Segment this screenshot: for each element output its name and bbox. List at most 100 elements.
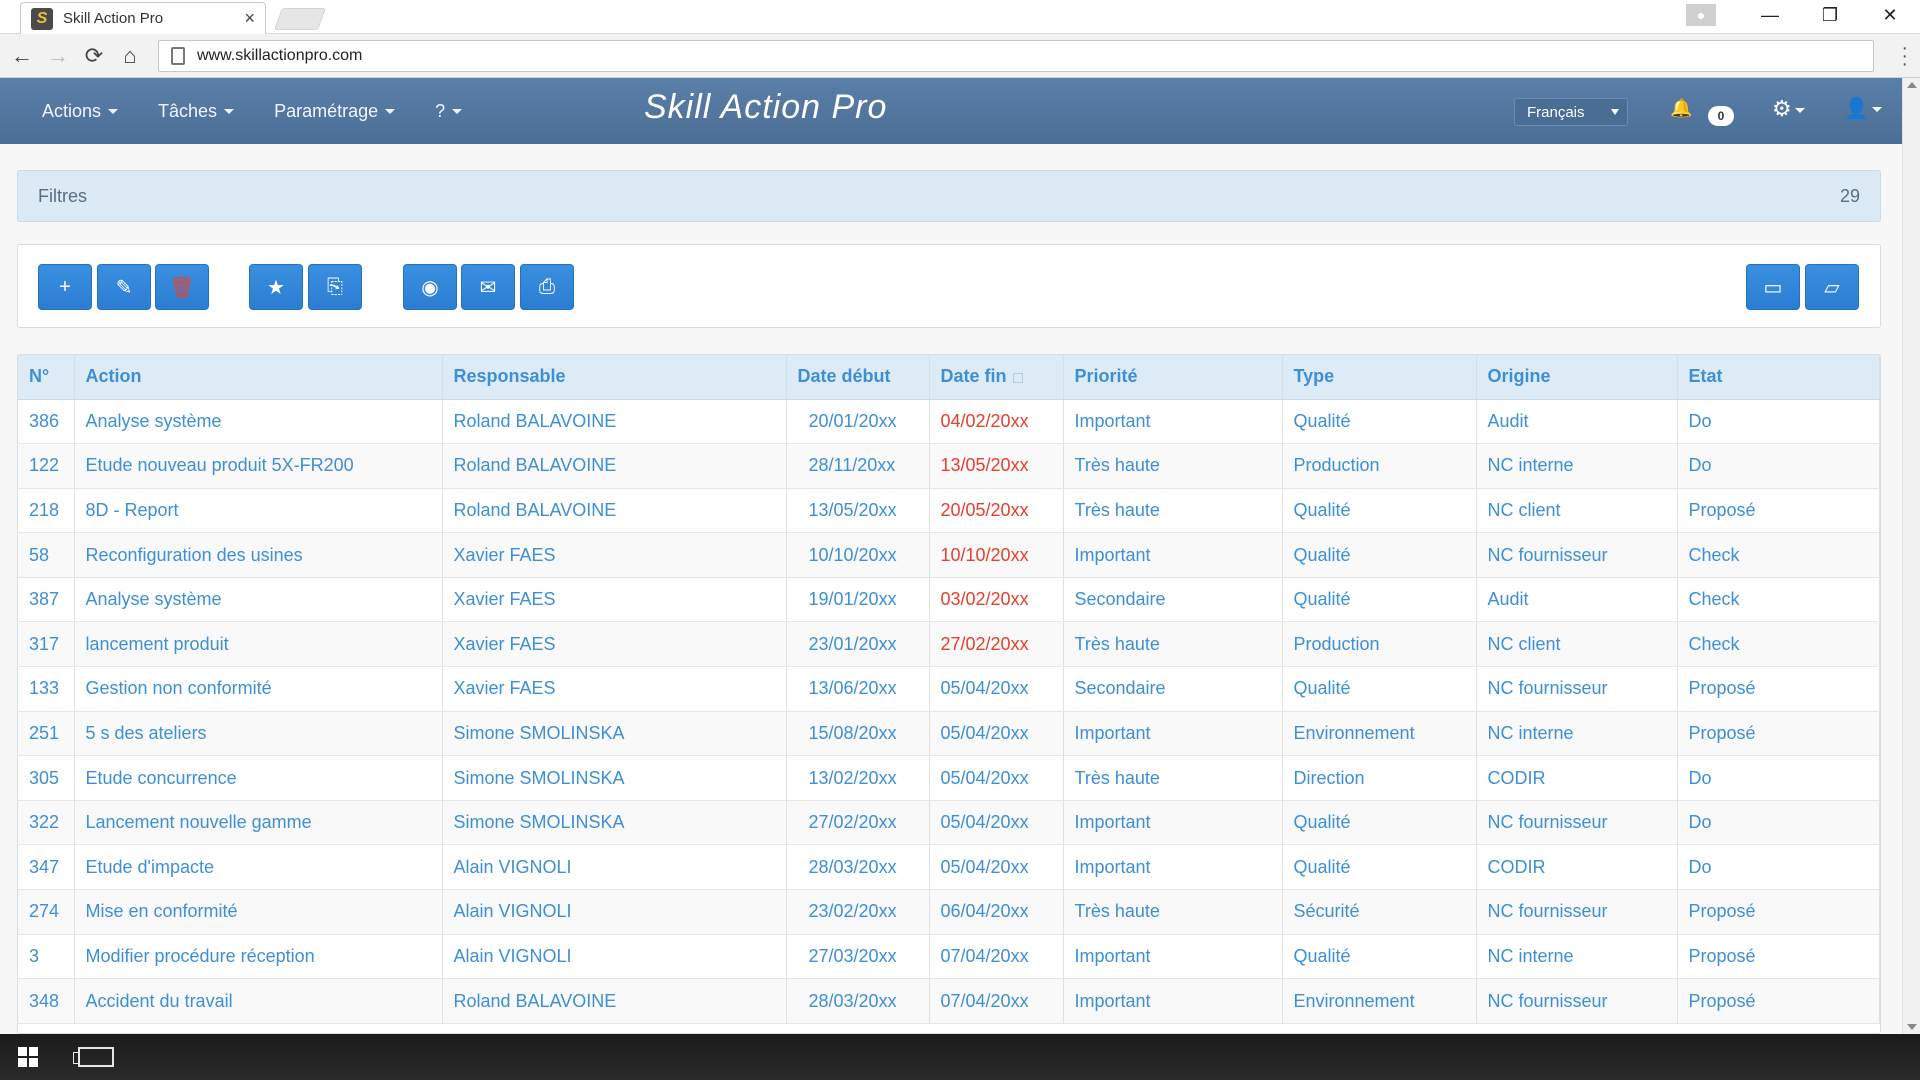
cell-action[interactable]: Etude d'impacte — [74, 844, 443, 891]
filters-panel-header[interactable]: Filtres 29 — [17, 170, 1881, 222]
cell-number[interactable]: 274 — [18, 889, 75, 935]
add-button[interactable]: + — [38, 264, 92, 310]
cell-responsable[interactable]: Alain VIGNOLI — [442, 934, 787, 980]
cell-date-start[interactable]: 23/01/20xx — [786, 621, 930, 668]
cell-date-end[interactable]: 07/04/20xx — [929, 934, 1064, 980]
table-row[interactable]: 387 Analyse système Xavier FAES 19/01/20xx 0… — [18, 577, 1880, 623]
cell-responsable[interactable]: Simone SMOLINSKA — [442, 711, 787, 757]
cell-state[interactable]: Do — [1677, 844, 1880, 891]
cell-priority[interactable]: Important — [1063, 399, 1283, 445]
cell-date-end[interactable]: 05/04/20xx — [929, 755, 1064, 801]
edit-button[interactable]: ✎ — [97, 264, 151, 310]
menu-actions[interactable]: Actions — [22, 101, 138, 122]
cell-origin[interactable]: NC fournisseur — [1476, 978, 1678, 1024]
tab-close-icon[interactable]: × — [244, 8, 255, 29]
cell-type[interactable]: Qualité — [1282, 577, 1477, 623]
cell-action[interactable]: Modifier procédure réception — [74, 934, 443, 980]
favorite-button[interactable]: ★ — [249, 264, 303, 310]
cell-state[interactable]: Proposé — [1677, 666, 1880, 712]
cell-date-start[interactable]: 10/10/20xx — [786, 532, 930, 578]
cell-date-start[interactable]: 20/01/20xx — [786, 399, 930, 445]
gear-icon[interactable]: ⚙ — [1772, 96, 1805, 122]
home-icon[interactable]: ⌂ — [112, 43, 148, 69]
cell-date-start[interactable]: 28/03/20xx — [786, 844, 930, 891]
cell-number[interactable]: 347 — [18, 844, 75, 891]
cell-number[interactable]: 386 — [18, 399, 75, 445]
column-header-type[interactable]: Type — [1282, 355, 1477, 400]
cell-origin[interactable]: NC client — [1476, 621, 1678, 668]
table-row[interactable]: 317 lancement produit Xavier FAES 23/01/20x… — [18, 621, 1880, 668]
cell-number[interactable]: 348 — [18, 978, 75, 1024]
cell-date-end[interactable]: 10/10/20xx — [929, 532, 1064, 578]
cell-date-end[interactable]: 03/02/20xx — [929, 577, 1064, 623]
cell-date-start[interactable]: 28/03/20xx — [786, 978, 930, 1024]
cell-type[interactable]: Environnement — [1282, 711, 1477, 757]
cell-number[interactable]: 322 — [18, 800, 75, 846]
cell-responsable[interactable]: Roland BALAVOINE — [442, 978, 787, 1024]
cell-type[interactable]: Production — [1282, 443, 1477, 489]
cell-state[interactable]: Proposé — [1677, 488, 1880, 534]
cell-responsable[interactable]: Simone SMOLINSKA — [442, 800, 787, 846]
cell-origin[interactable]: NC interne — [1476, 934, 1678, 980]
cell-number[interactable]: 387 — [18, 577, 75, 623]
cell-origin[interactable]: CODIR — [1476, 844, 1678, 891]
cell-number[interactable]: 58 — [18, 532, 75, 578]
minimize-button[interactable]: — — [1740, 5, 1800, 26]
cell-type[interactable]: Environnement — [1282, 978, 1477, 1024]
column-header-date-end[interactable]: Date fin — [929, 355, 1064, 400]
cell-priority[interactable]: Très haute — [1063, 488, 1283, 534]
cell-origin[interactable]: NC fournisseur — [1476, 889, 1678, 935]
page-info-icon[interactable] — [171, 47, 185, 65]
cell-date-end[interactable]: 05/04/20xx — [929, 666, 1064, 712]
cell-state[interactable]: Check — [1677, 532, 1880, 578]
cell-date-end[interactable]: 13/05/20xx — [929, 443, 1064, 489]
cell-date-start[interactable]: 27/03/20xx — [786, 934, 930, 980]
cell-priority[interactable]: Très haute — [1063, 889, 1283, 935]
cell-action[interactable]: Analyse système — [74, 577, 443, 623]
table-row[interactable]: 386 Analyse système Roland BALAVOINE 20/01/… — [18, 399, 1880, 445]
cell-number[interactable]: 317 — [18, 621, 75, 668]
cell-responsable[interactable]: Alain VIGNOLI — [442, 889, 787, 935]
cell-state[interactable]: Proposé — [1677, 889, 1880, 935]
folder-button[interactable]: ▭ — [1746, 264, 1800, 310]
cell-number[interactable]: 218 — [18, 488, 75, 534]
cell-priority[interactable]: Très haute — [1063, 621, 1283, 668]
column-header-priority[interactable]: Priorité — [1063, 355, 1283, 400]
cell-date-start[interactable]: 27/02/20xx — [786, 800, 930, 846]
table-row[interactable]: 218 8D - Report Roland BALAVOINE 13/05/20xx… — [18, 488, 1880, 534]
column-header-origin[interactable]: Origine — [1476, 355, 1678, 400]
restore-button[interactable]: ❐ — [1800, 5, 1860, 26]
cell-date-start[interactable]: 13/05/20xx — [786, 488, 930, 534]
cell-state[interactable]: Proposé — [1677, 978, 1880, 1024]
cell-origin[interactable]: Audit — [1476, 577, 1678, 623]
cell-date-start[interactable]: 19/01/20xx — [786, 577, 930, 623]
table-row[interactable]: 347 Etude d'impacte Alain VIGNOLI 28/03/20x… — [18, 844, 1880, 891]
cell-action[interactable]: Lancement nouvelle gamme — [74, 800, 443, 846]
cell-responsable[interactable]: Xavier FAES — [442, 532, 787, 578]
cell-type[interactable]: Sécurité — [1282, 889, 1477, 935]
cell-type[interactable]: Direction — [1282, 755, 1477, 801]
task-view-icon[interactable] — [73, 1047, 114, 1067]
cell-priority[interactable]: Important — [1063, 844, 1283, 891]
table-row[interactable]: 133 Gestion non conformité Xavier FAES 13/0… — [18, 666, 1880, 712]
table-row[interactable]: 122 Etude nouveau produit 5X-FR200 Roland … — [18, 443, 1880, 489]
cell-origin[interactable]: NC fournisseur — [1476, 800, 1678, 846]
cell-action[interactable]: Analyse système — [74, 399, 443, 445]
cell-origin[interactable]: NC client — [1476, 488, 1678, 534]
cell-action[interactable]: Gestion non conformité — [74, 666, 443, 712]
cell-action[interactable]: 5 s des ateliers — [74, 711, 443, 757]
menu-parametrage[interactable]: Paramétrage — [254, 101, 415, 122]
cell-type[interactable]: Qualité — [1282, 488, 1477, 534]
cell-date-end[interactable]: 07/04/20xx — [929, 978, 1064, 1024]
browser-menu-icon[interactable]: · · · — [1901, 38, 1908, 74]
cell-responsable[interactable]: Simone SMOLINSKA — [442, 755, 787, 801]
cell-state[interactable]: Do — [1677, 755, 1880, 801]
cell-state[interactable]: Check — [1677, 577, 1880, 623]
cell-number[interactable]: 122 — [18, 443, 75, 489]
cell-priority[interactable]: Important — [1063, 711, 1283, 757]
cell-priority[interactable]: Secondaire — [1063, 666, 1283, 712]
cell-responsable[interactable]: Roland BALAVOINE — [442, 443, 787, 489]
browser-tab[interactable]: S Skill Action Pro × — [20, 2, 266, 34]
profile-icon[interactable]: ● — [1686, 4, 1716, 26]
cell-date-end[interactable]: 06/04/20xx — [929, 889, 1064, 935]
